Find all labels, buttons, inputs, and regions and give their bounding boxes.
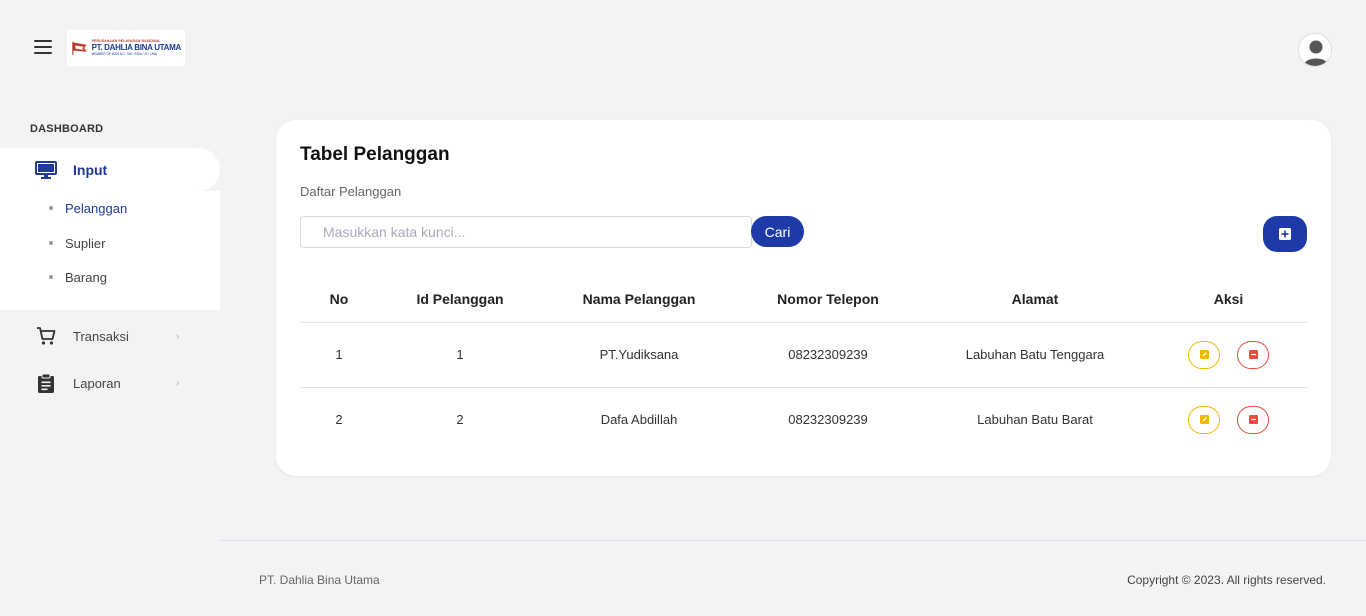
submenu-label: Barang xyxy=(65,269,107,285)
sidebar-item-laporan-label: Laporan xyxy=(73,375,121,391)
cell-name: Dafa Abdillah xyxy=(600,412,678,428)
logo-company-name: PT. DAHLIA BINA UTAMA xyxy=(91,43,182,53)
column-header: Nama Pelanggan xyxy=(542,277,736,323)
sidebar-item-laporan[interactable]: Laporan › xyxy=(0,365,220,401)
delete-icon xyxy=(1248,350,1258,359)
delete-button[interactable] xyxy=(1237,340,1269,369)
cell-no: 2 xyxy=(335,412,343,428)
cell-id: 1 xyxy=(378,322,542,388)
edit-button[interactable] xyxy=(1188,340,1220,369)
cell-no: 1 xyxy=(300,322,378,388)
logo-member-text: MEMBER OF INSA NO. 766 / INSA / XI / 199… xyxy=(91,52,158,57)
footer: PT. Dahlia Bina Utama Copyright © 2023. … xyxy=(220,540,1366,616)
submenu-item-suplier[interactable]: Suplier xyxy=(0,228,220,258)
column-header: No xyxy=(300,277,378,323)
cell-actions xyxy=(1150,322,1307,388)
footer-company: PT. Dahlia Bina Utama xyxy=(259,573,380,587)
cell-actions xyxy=(1150,387,1307,452)
delete-button[interactable] xyxy=(1237,405,1269,434)
user-avatar[interactable] xyxy=(1298,33,1332,67)
user-avatar-icon xyxy=(1303,40,1329,66)
submenu-item-pelanggan[interactable]: Pelanggan xyxy=(0,193,220,223)
submenu-item-barang[interactable]: Barang xyxy=(0,262,220,292)
sidebar-item-input[interactable]: Input xyxy=(0,148,220,191)
page-subtitle: Daftar Pelanggan xyxy=(300,184,402,199)
page-title: Tabel Pelanggan xyxy=(300,144,450,165)
chevron-right-icon: › xyxy=(176,377,180,389)
cart-icon xyxy=(37,327,56,345)
delete-icon xyxy=(1248,415,1258,425)
edit-icon xyxy=(1199,350,1209,359)
submenu-label: Suplier xyxy=(65,235,106,251)
add-customer-button[interactable] xyxy=(1263,216,1307,252)
table-header-row: No Id Pelanggan Nama Pelanggan Nomor Tel… xyxy=(300,277,1307,323)
column-header: Id Pelanggan xyxy=(378,277,542,323)
sidebar: DASHBOARD Input Pelanggan Suplier Barang xyxy=(0,96,220,536)
edit-button[interactable] xyxy=(1188,405,1220,434)
footer-copyright: Copyright © 2023. All rights reserved. xyxy=(1127,573,1326,587)
top-bar: PERUSAHAAN PELAYARAN NASIONAL PT. DAHLIA… xyxy=(0,0,1366,96)
logo-text: PERUSAHAAN PELAYARAN NASIONAL PT. DAHLIA… xyxy=(91,39,182,57)
customer-table-card: Tabel Pelanggan Daftar Pelanggan Cari No… xyxy=(276,120,1331,476)
bullet-dot xyxy=(49,275,53,279)
cell-phone: 08232309239 xyxy=(736,322,920,388)
cell-address: Labuhan Batu Barat xyxy=(977,412,1093,428)
bullet-dot xyxy=(49,241,53,245)
sidebar-item-input-label: Input xyxy=(73,161,108,178)
sidebar-item-transaksi[interactable]: Transaksi › xyxy=(0,318,220,354)
cell-phone: 08232309239 xyxy=(788,412,868,428)
search-button[interactable]: Cari xyxy=(751,216,804,247)
company-logo[interactable]: PERUSAHAAN PELAYARAN NASIONAL PT. DAHLIA… xyxy=(67,30,185,66)
column-header: Aksi xyxy=(1150,277,1307,323)
cell-id: 2 xyxy=(456,412,464,428)
logo-flag-icon xyxy=(72,41,87,55)
monitor-icon xyxy=(35,161,57,179)
cell-name: PT.Yudiksana xyxy=(542,322,736,388)
clipboard-icon xyxy=(38,373,54,393)
submenu-label: Pelanggan xyxy=(65,200,128,216)
bullet-dot xyxy=(49,206,53,210)
sidebar-heading: DASHBOARD xyxy=(30,123,104,135)
sidebar-item-transaksi-label: Transaksi xyxy=(73,328,129,344)
column-header: Nomor Telepon xyxy=(736,277,920,323)
customer-table: No Id Pelanggan Nama Pelanggan Nomor Tel… xyxy=(300,277,1307,452)
input-submenu: Pelanggan Suplier Barang xyxy=(0,191,220,310)
menu-icon[interactable] xyxy=(34,40,52,54)
plus-square-icon xyxy=(1279,228,1291,240)
column-header: Alamat xyxy=(920,277,1150,323)
cell-address: Labuhan Batu Tenggara xyxy=(920,322,1150,388)
chevron-right-icon: › xyxy=(176,330,180,342)
table-row: 1 1 PT.Yudiksana 08232309239 Labuhan Bat… xyxy=(300,322,1307,388)
edit-icon xyxy=(1199,415,1209,425)
table-row: 2 2 Dafa Abdillah 08232309239 Labuhan Ba… xyxy=(300,387,1307,452)
search-input[interactable] xyxy=(300,216,752,248)
